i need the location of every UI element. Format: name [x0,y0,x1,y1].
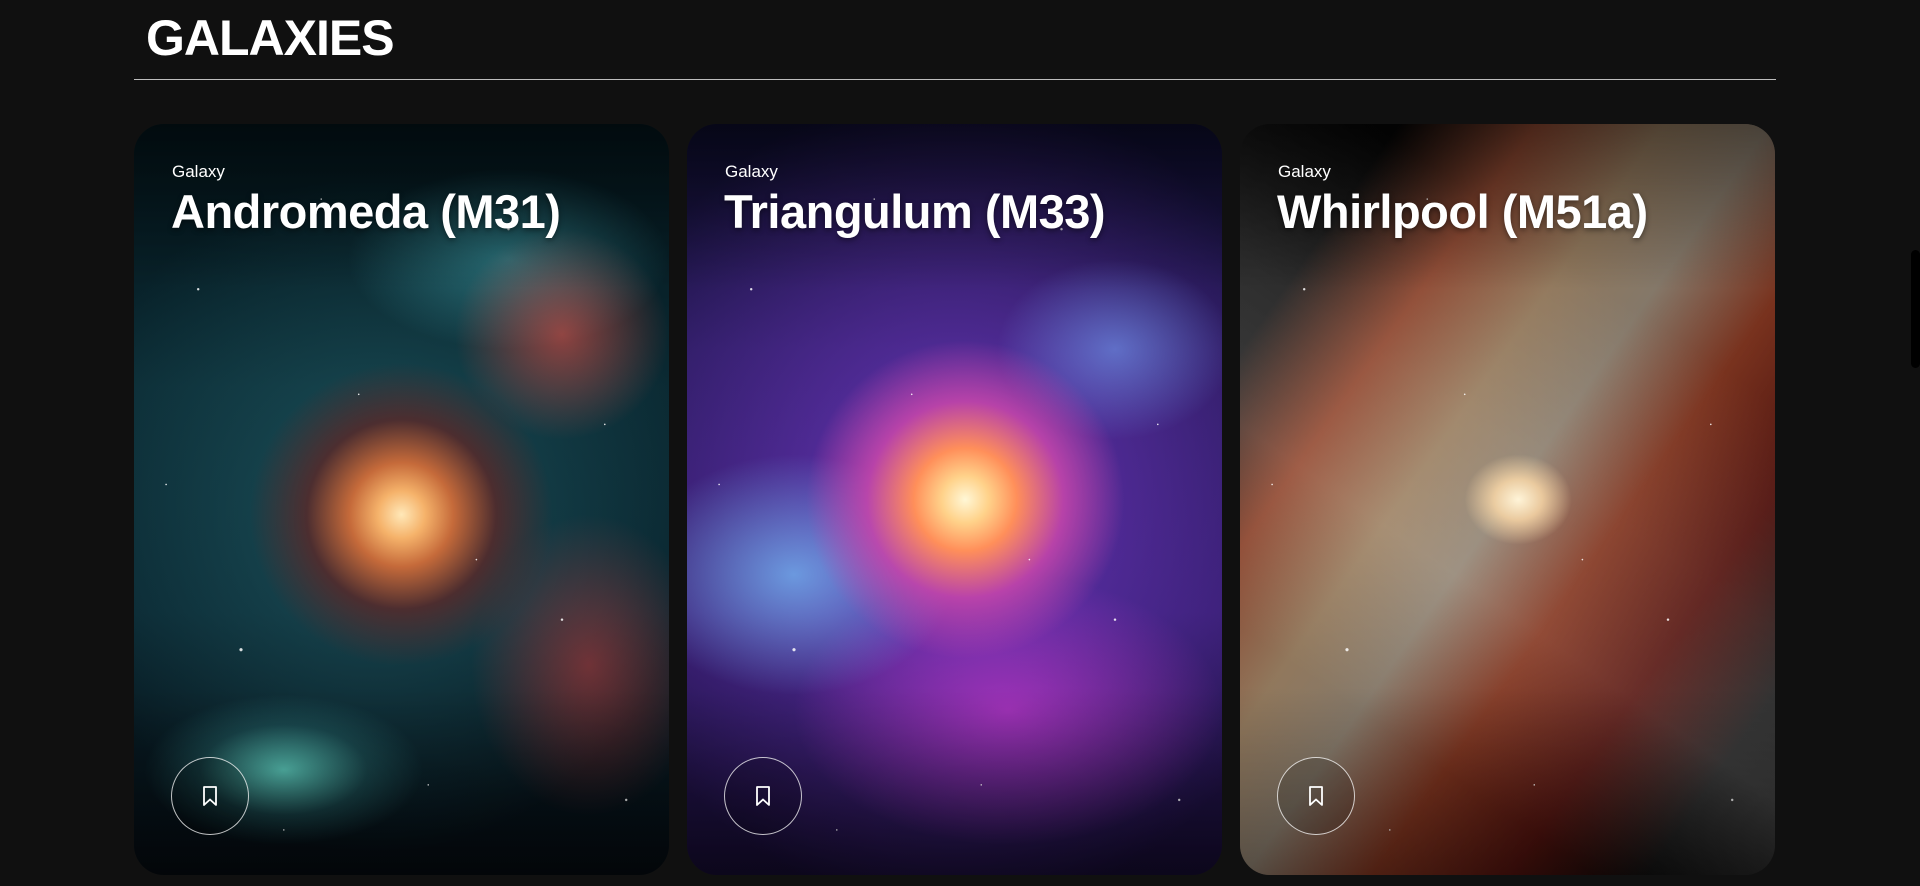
galaxy-card-whirlpool[interactable]: Galaxy Whirlpool (M51a) [1240,124,1775,875]
card-title: Whirlpool (M51a) [1277,185,1648,238]
bookmark-icon [756,786,770,806]
section-title: GALAXIES [146,10,395,66]
bookmark-button[interactable] [1277,757,1355,835]
galaxy-card-triangulum[interactable]: Galaxy Triangulum (M33) [687,124,1222,875]
galaxy-card-andromeda[interactable]: Galaxy Andromeda (M31) [134,124,669,875]
card-category-label: Galaxy [172,162,225,181]
bookmark-icon [1309,786,1323,806]
galaxies-page: GALAXIES Galaxy Andromeda (M31) Galaxy T… [0,0,1920,886]
bookmark-button[interactable] [724,757,802,835]
card-category-label: Galaxy [1278,162,1331,181]
card-title: Triangulum (M33) [724,185,1106,238]
card-category-label: Galaxy [725,162,778,181]
scrollbar-thumb[interactable] [1911,250,1920,368]
bookmark-icon [203,786,217,806]
section-divider [134,79,1776,80]
card-title: Andromeda (M31) [171,185,561,238]
bookmark-button[interactable] [171,757,249,835]
